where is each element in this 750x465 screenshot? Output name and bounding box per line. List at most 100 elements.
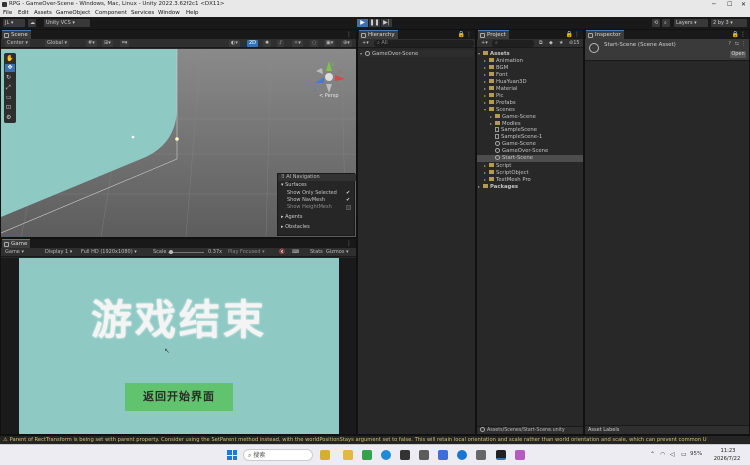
game-more-icon[interactable]: ⋮	[346, 240, 352, 247]
menu-file[interactable]: File	[3, 9, 12, 17]
view-mode-dropdown[interactable]: Game ▾	[3, 249, 26, 256]
folder-item[interactable]: ▸ Material	[484, 85, 518, 92]
move-tool-icon[interactable]: ✥	[5, 64, 15, 72]
inspector-more-icon[interactable]: ⋮	[740, 31, 746, 38]
play-button[interactable]: ▶	[357, 19, 368, 27]
project-search-input[interactable]: ⌕	[492, 40, 534, 47]
pivot-dropdown[interactable]: Center ▾	[5, 40, 30, 47]
orientation-gizmo[interactable]: x y z	[311, 59, 347, 95]
folder-item[interactable]: ▸ ScriptObject	[484, 169, 529, 176]
project-lock-icon[interactable]: 🔒	[566, 31, 573, 38]
hand-tool-icon[interactable]: ✋	[6, 55, 13, 62]
draw-mode-button[interactable]: ◐▾	[229, 40, 240, 47]
effects-icon[interactable]: ✧▾	[292, 40, 303, 47]
search-icon[interactable]: ⌕	[662, 19, 670, 27]
folder-item[interactable]: ▸ Game-Scene	[490, 113, 536, 120]
menu-gameobject[interactable]: GameObject	[56, 9, 90, 17]
grid-snap-button[interactable]: #▾	[86, 40, 97, 47]
folder-item[interactable]: ▸ Font	[484, 71, 508, 78]
folder-item[interactable]: ▸ BGM	[484, 64, 508, 71]
tab-scene[interactable]: Scene	[2, 30, 31, 39]
app-icon[interactable]	[438, 450, 448, 460]
scene-file-item[interactable]: GameOver-Scene	[495, 148, 548, 155]
tab-inspector[interactable]: Inspector	[586, 30, 624, 39]
hidden-count[interactable]: ⊘15	[567, 40, 582, 47]
scene-file-item[interactable]: SampleScene	[495, 127, 537, 134]
assets-root[interactable]: ▾ Assets	[478, 50, 510, 57]
hierarchy-lock-icon[interactable]: 🔒	[458, 31, 465, 38]
gizmos-dropdown[interactable]: Gizmos ▾	[324, 249, 351, 256]
clock-date[interactable]: 2026/7/22	[710, 456, 744, 462]
scene-file-item-selected[interactable]: Start-Scene	[477, 155, 583, 162]
show-only-selected-checkbox[interactable]: ✔	[346, 190, 350, 196]
scene-more-icon[interactable]: ⋮	[346, 31, 352, 38]
menu-window[interactable]: Window	[158, 9, 180, 17]
inspector-lock-icon[interactable]: 🔒	[732, 31, 739, 38]
gizmos-icon[interactable]: ⊕▾	[341, 40, 352, 47]
windows-start-icon[interactable]	[227, 450, 237, 460]
vcs-button[interactable]: Unity VCS ▾	[44, 19, 90, 27]
rotate-tool-icon[interactable]: ↻	[6, 74, 11, 81]
layout-dropdown[interactable]: 2 by 3 ▾	[711, 19, 747, 27]
show-heightmesh-checkbox[interactable]	[346, 205, 351, 210]
menu-services[interactable]: Services	[131, 9, 154, 17]
scale-tool-icon[interactable]: ⤢	[6, 84, 11, 92]
folder-item[interactable]: ▸ Pic	[484, 92, 503, 99]
file-explorer-icon[interactable]	[343, 450, 353, 460]
cloud-icon[interactable]: ☁	[28, 19, 36, 27]
hierarchy-scene-root[interactable]: ▾ GameOver-Scene	[360, 50, 474, 57]
pause-button[interactable]: ❚❚	[369, 19, 380, 27]
asset-labels-bar[interactable]: Asset Labels	[585, 425, 749, 434]
step-button[interactable]: ▶|	[381, 19, 392, 27]
show-navmesh-checkbox[interactable]: ✔	[346, 197, 350, 203]
custom-tool-icon[interactable]: ⚙	[6, 114, 11, 121]
display-dropdown[interactable]: Display 1 ▾	[43, 249, 74, 256]
rect-tool-icon[interactable]: ▭	[6, 94, 12, 101]
app-icon[interactable]	[419, 450, 429, 460]
menu-assets[interactable]: Assets	[34, 9, 52, 17]
clock-time[interactable]: 11:23	[714, 448, 742, 454]
console-status-bar[interactable]: ⚠ Parent of RectTransform is being set wi…	[0, 435, 750, 444]
volume-icon[interactable]: ◁	[670, 451, 675, 458]
camera-icon[interactable]: ▣▾	[324, 40, 336, 47]
hierarchy-add-button[interactable]: +▾	[360, 40, 371, 47]
mute-icon[interactable]: 🔇	[277, 249, 287, 256]
open-button[interactable]: Open	[730, 51, 746, 58]
folder-item[interactable]: ▸ TextMesh Pro	[484, 176, 531, 183]
help-icon[interactable]: ?	[728, 41, 731, 47]
ai-nav-surfaces[interactable]: ▾ Surfaces	[281, 182, 307, 188]
filter-type-icon[interactable]: ⧉	[537, 40, 545, 47]
folder-item[interactable]: ▸ Modles	[490, 120, 521, 127]
edge-browser-icon[interactable]	[381, 450, 391, 460]
scene-file-item[interactable]: SampleScene-1	[495, 134, 542, 141]
scale-slider[interactable]	[168, 252, 204, 253]
transform-tool-icon[interactable]: ⊡	[6, 104, 11, 111]
space-dropdown[interactable]: Global ▾	[45, 40, 70, 47]
menu-edit[interactable]: Edit	[18, 9, 29, 17]
snap-increment-button[interactable]: ⊞▾	[102, 40, 113, 47]
packages-root[interactable]: ▸ Packages	[478, 183, 518, 190]
widgets-icon[interactable]	[320, 450, 330, 460]
taskbar-search[interactable]: ⌕ 搜索	[243, 449, 313, 461]
scenes-folder[interactable]: ▾ Scenes	[484, 106, 515, 113]
play-focused-dropdown[interactable]: Play Focused ▾	[226, 249, 267, 256]
inspector-header-more-icon[interactable]: ⋮	[741, 41, 746, 47]
filter-label-icon[interactable]: ◆	[547, 40, 555, 47]
ai-nav-obstacles[interactable]: ▸ Obstacles	[281, 224, 310, 230]
folder-item[interactable]: ▸ Script	[484, 162, 511, 169]
history-icon[interactable]: ⟲	[652, 19, 660, 27]
minimize-icon[interactable]: ─	[712, 0, 716, 9]
lighting-icon[interactable]: ✹	[263, 40, 272, 47]
game-screen[interactable]: 游戏结束 ↖ 返回开始界面	[19, 258, 339, 434]
tab-project[interactable]: Project	[478, 30, 509, 39]
audio-icon[interactable]: ♪	[277, 40, 285, 47]
resolution-dropdown[interactable]: Full HD (1920x1080) ▾	[79, 249, 139, 256]
ai-nav-agents[interactable]: ▸ Agents	[281, 214, 303, 220]
scene-viewport[interactable]: ✋ ✥ ↻ ⤢ ▭ ⊡ ⚙ x y z < Persp ⠿ AI Navigat…	[1, 49, 356, 237]
folder-item[interactable]: ▸ HuaYuan3D	[484, 78, 527, 85]
hierarchy-more-icon[interactable]: ⋮	[466, 31, 472, 38]
project-more-icon[interactable]: ⋮	[574, 31, 580, 38]
tab-hierarchy[interactable]: Hierarchy	[359, 30, 398, 39]
wechat-icon[interactable]	[362, 450, 372, 460]
settings-icon[interactable]: ⇆	[735, 41, 739, 47]
